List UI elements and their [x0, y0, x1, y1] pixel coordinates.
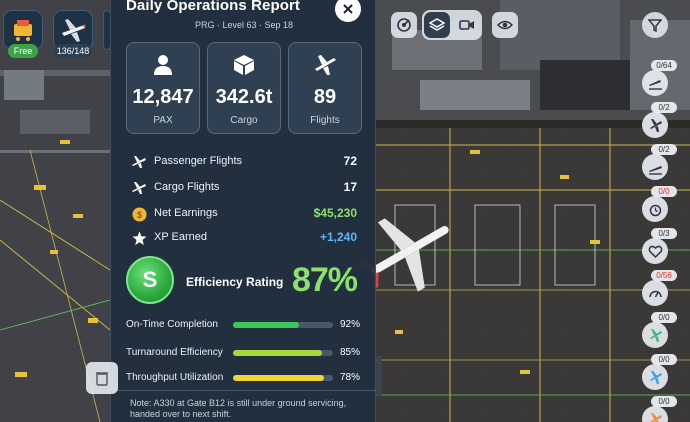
airplane-icon	[131, 154, 147, 170]
on-time-completion-row: On-Time Completion 92%	[126, 318, 362, 332]
eye-icon	[497, 20, 513, 30]
report-subtitle: PRG · Level 63 · Sep 18	[194, 20, 294, 30]
passenger-flights-row: Passenger Flights 72	[131, 153, 357, 171]
pax-card: 12,847 PAX	[126, 42, 200, 134]
airplane-takeoff-icon	[648, 165, 662, 175]
progress-track	[233, 350, 333, 356]
net-earnings-value: $45,230	[313, 206, 357, 220]
sidebar-button-airplane[interactable]	[642, 112, 668, 138]
progress-track	[233, 375, 333, 381]
passenger-flights-value: 72	[343, 154, 357, 168]
sidebar-button-airplane-green[interactable]	[642, 322, 668, 348]
flights-value: 89	[313, 86, 337, 108]
pax-value: 12,847	[132, 86, 194, 108]
net-earnings-label: Net Earnings	[154, 207, 218, 219]
sidebar-button-airplane-takeoff[interactable]	[642, 154, 668, 180]
video-camera-icon	[459, 20, 474, 30]
pax-label: PAX	[153, 115, 173, 126]
trash-button[interactable]	[86, 362, 118, 394]
airplane-icon	[289, 54, 361, 76]
free-badge: Free	[8, 44, 38, 58]
metric-value: 85%	[339, 347, 360, 358]
efficiency-rating-label: Efficiency Rating	[186, 275, 284, 289]
xp-earned-label: XP Earned	[154, 231, 208, 243]
visibility-tool-button[interactable]	[492, 12, 518, 38]
divider	[111, 390, 377, 391]
report-title: Daily Operations Report	[126, 0, 301, 14]
metric-value: 92%	[339, 319, 360, 330]
fleet-count: 136/148	[56, 46, 90, 56]
progress-fill	[233, 322, 299, 328]
cargo-label: Cargo	[230, 115, 258, 126]
person-icon	[127, 54, 199, 76]
sidebar-button-alarm-clock[interactable]	[642, 196, 668, 222]
panel-edge	[376, 356, 382, 396]
airplane-blue-icon	[649, 370, 662, 384]
sidebar-button-fuel-gauge[interactable]	[642, 280, 668, 306]
cargo-value: 342.6t	[215, 86, 273, 108]
metric-label: Turnaround Efficiency	[126, 347, 223, 358]
metric-label: Throughput Utilization	[126, 372, 224, 383]
trash-can-icon	[96, 372, 108, 386]
radar-tool-button[interactable]	[391, 12, 417, 38]
coin-icon: $	[131, 206, 147, 222]
xp-earned-row: XP Earned +1,240	[131, 229, 357, 247]
fleet-airplane-icon	[62, 19, 86, 42]
turnaround-efficiency-row: Turnaround Efficiency 85%	[126, 346, 362, 360]
flights-label: Flights	[310, 115, 340, 126]
sidebar-button-airplane-blue[interactable]	[642, 364, 668, 390]
passenger-flights-label: Passenger Flights	[154, 155, 243, 167]
airplane-landing-icon	[648, 79, 662, 90]
close-icon	[343, 4, 353, 14]
sidebar-button-airplane-landing[interactable]	[642, 70, 668, 96]
progress-fill	[233, 350, 322, 356]
metric-value: 78%	[339, 372, 360, 383]
free-badge-label: Free	[13, 46, 33, 56]
radar-icon	[397, 18, 411, 32]
fleet-count-badge: 136/148	[54, 44, 92, 58]
efficiency-grade: S	[142, 267, 158, 292]
heart-icon	[648, 245, 662, 258]
throughput-utilization-row: Throughput Utilization 78%	[126, 371, 362, 385]
airplane-icon	[649, 118, 662, 132]
cargo-box-icon	[208, 54, 280, 76]
net-earnings-row: $ Net Earnings $45,230	[131, 205, 357, 223]
xp-earned-value: +1,240	[319, 230, 357, 244]
layers-tool-button[interactable]	[424, 12, 450, 38]
filter-funnel-icon	[648, 19, 662, 32]
cargo-flights-label: Cargo Flights	[154, 181, 220, 193]
progress-track	[233, 322, 333, 328]
handover-note: Note: A330 at Gate B12 is still under gr…	[130, 398, 347, 419]
sidebar-button-heart[interactable]	[642, 238, 668, 264]
airplane-green-icon	[649, 328, 662, 342]
shopping-cart-icon	[14, 20, 32, 41]
daily-operations-report-panel: Daily Operations Report PRG · Level 63 ·…	[110, 0, 377, 422]
airplane-icon	[131, 180, 147, 196]
flights-card: 89 Flights	[288, 42, 362, 134]
progress-fill	[233, 375, 324, 381]
fuel-gauge-icon	[648, 290, 662, 297]
camera-tool-button[interactable]	[454, 12, 480, 38]
alarm-clock-icon	[649, 204, 661, 216]
efficiency-rating-value: 87%	[291, 261, 358, 299]
filter-button[interactable]	[642, 12, 668, 38]
efficiency-grade-badge: S	[126, 256, 174, 304]
cargo-flights-row: Cargo Flights 17	[131, 179, 357, 197]
airplane-orange-icon	[649, 412, 662, 422]
star-icon	[131, 230, 147, 246]
cargo-card: 342.6t Cargo	[207, 42, 281, 134]
close-button[interactable]	[335, 0, 361, 22]
metric-label: On-Time Completion	[126, 319, 218, 330]
svg-text:$: $	[136, 210, 141, 220]
cargo-flights-value: 17	[343, 180, 357, 194]
layers-icon	[429, 18, 445, 31]
